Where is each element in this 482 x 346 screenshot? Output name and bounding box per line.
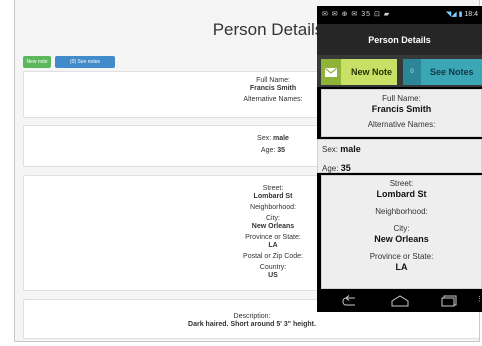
age-row: Age: 35 [318, 162, 481, 175]
street-value: Lombard St [376, 189, 427, 199]
menu-icon[interactable]: ⋮ [476, 295, 482, 303]
home-icon[interactable] [391, 294, 409, 312]
neighborhood-label: Neighborhood: [375, 207, 428, 216]
clock: 18:4 [464, 11, 478, 18]
age-value: 35 [340, 163, 351, 173]
sex-label: Sex: [322, 145, 339, 154]
battery-icon: ▮ [458, 11, 463, 18]
street-label: Street: [389, 179, 414, 188]
action-bar-title: Person Details [368, 34, 431, 45]
envelope-icon [321, 59, 341, 85]
action-bar: Person Details [317, 24, 482, 55]
city-value: New Orleans [251, 223, 295, 230]
age-label: Age: [260, 147, 276, 154]
signal-icon: ◢ [451, 11, 457, 18]
recents-icon[interactable] [441, 294, 457, 312]
province-label: Province or State: [369, 252, 434, 261]
full-name-value: Francis Smith [371, 104, 432, 114]
back-icon[interactable] [341, 294, 357, 312]
city-value: New Orleans [374, 234, 429, 244]
age-value: 35 [277, 147, 286, 154]
see-notes-button[interactable]: (0) See notes [55, 56, 115, 68]
new-note-button[interactable]: New note [23, 56, 51, 68]
screen: Person Details New note (0) See notes Fu… [0, 0, 482, 346]
city-label: City: [393, 224, 410, 233]
see-notes-button[interactable]: 0 See Notes [403, 59, 482, 85]
see-notes-label: See Notes [430, 67, 474, 77]
phone-name-card: Full Name: Francis Smith Alternative Nam… [321, 89, 482, 137]
status-bar: ✉ ✉ ⊕ ✉ 35 ⊡ ▰ ◥◢ ▮ 18:4 [317, 6, 482, 24]
new-note-button[interactable]: New Note [321, 59, 397, 85]
country-value: US [268, 272, 278, 279]
notes-count: 0 [403, 59, 421, 85]
description-label: Description: [233, 313, 271, 320]
description-value: Dark haired. Short around 5' 3" height. [188, 321, 316, 328]
phone-button-bar: New Note 0 See Notes [317, 55, 482, 87]
full-name-value: Francis Smith [249, 85, 297, 92]
province-value: LA [268, 242, 278, 249]
status-right: ◥◢ ▮ 18:4 [446, 10, 478, 18]
sex-label: Sex: [257, 135, 272, 142]
phone-screen: ✉ ✉ ⊕ ✉ 35 ⊡ ▰ ◥◢ ▮ 18:4 Person Details … [317, 6, 482, 312]
new-note-label: New Note [351, 67, 393, 77]
phone-sex-age-card: Sex: male Age: 35 [317, 139, 482, 173]
sex-row: Sex: male [318, 143, 481, 156]
sex-value: male [340, 144, 361, 154]
notification-icons: ✉ ✉ ⊕ ✉ 35 ⊡ ▰ [322, 11, 391, 18]
phone-address-card: Street: Lombard St Neighborhood: City: N… [321, 175, 482, 289]
street-value: Lombard St [253, 193, 293, 200]
age-label: Age: [322, 164, 339, 173]
province-value: LA [395, 262, 408, 272]
navigation-bar: ⋮ [317, 289, 482, 312]
sex-value: male [273, 135, 289, 142]
full-name-label: Full Name: [382, 94, 421, 103]
alt-names-label: Alternative Names: [367, 120, 436, 129]
